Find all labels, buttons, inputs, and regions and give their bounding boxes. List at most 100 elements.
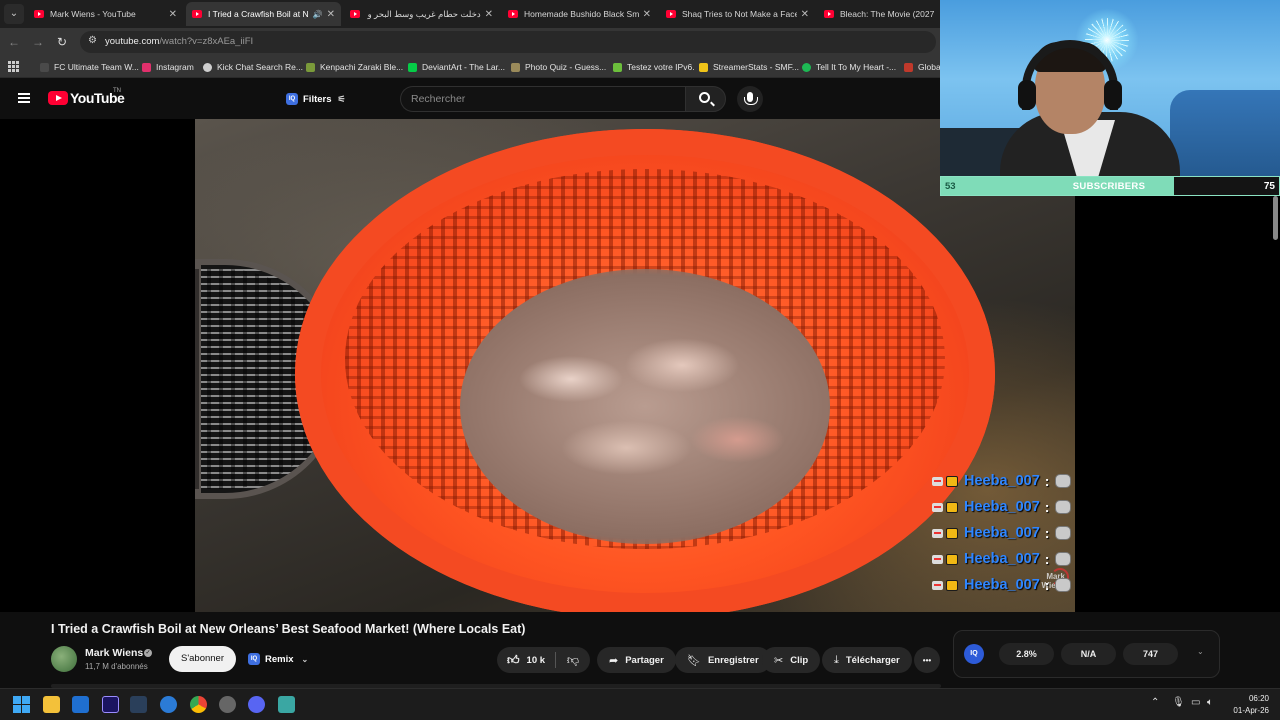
- chat-separator: :: [1044, 577, 1050, 593]
- browser-tab[interactable]: دخلت حطام غريب وسط البحر و ✕: [344, 2, 499, 26]
- youtube-logo-icon[interactable]: [48, 91, 68, 105]
- windows-start-icon[interactable]: [13, 696, 30, 713]
- bookmark-icon: 🔖︎: [687, 654, 701, 667]
- clock-date[interactable]: 01-Apr-26: [1225, 706, 1269, 715]
- bookmark-item[interactable]: Globa: [904, 60, 941, 74]
- youtube-favicon-icon: [666, 10, 676, 18]
- chevron-down-icon[interactable]: ⌄: [1197, 647, 1204, 656]
- headphone-earcup: [1104, 80, 1122, 110]
- region-code: TN: [113, 88, 121, 94]
- app-icon[interactable]: [160, 696, 177, 713]
- tab-search-button[interactable]: ⌄: [4, 4, 24, 24]
- microphone-icon[interactable]: 🎙︎: [1172, 697, 1185, 708]
- remix-button[interactable]: IQ Remix ⌄: [242, 647, 314, 671]
- robot-badge-icon: [932, 554, 943, 564]
- tab-title: Mark Wiens - YouTube: [50, 9, 136, 19]
- bookmark-item[interactable]: Photo Quiz - Guess...: [511, 60, 606, 74]
- display-icon[interactable]: ▭: [1191, 697, 1200, 708]
- chevron-up-icon[interactable]: ⌃: [1151, 697, 1159, 708]
- subscriber-goal-label: SUBSCRIBERS: [1072, 181, 1146, 192]
- bookmark-favicon-icon: [306, 62, 315, 72]
- iq-logo-icon: IQ: [964, 644, 984, 664]
- emote-icon: [1055, 474, 1072, 488]
- channel-avatar[interactable]: [51, 646, 77, 672]
- close-icon[interactable]: ✕: [327, 9, 335, 20]
- search-input[interactable]: [400, 86, 685, 112]
- forward-arrow-icon[interactable]: →: [30, 34, 46, 50]
- chat-message: Heeba_007 :: [932, 520, 1082, 546]
- clock-time[interactable]: 06:20: [1237, 694, 1269, 703]
- iq-stat-value: 2.8%: [999, 643, 1054, 665]
- bookmark-item[interactable]: Testez votre IPv6.: [613, 60, 695, 74]
- browser-tab[interactable]: Bleach: The Movie (2027) | B: [818, 2, 940, 26]
- premiere-pro-icon[interactable]: [102, 696, 119, 713]
- voice-search-button[interactable]: [737, 86, 763, 112]
- subscriber-count: 11,7 M d'abonnés: [85, 662, 148, 671]
- channel-name[interactable]: Mark Wiens: [85, 647, 143, 659]
- volume-icon[interactable]: 🔈︎: [1207, 697, 1213, 708]
- save-button[interactable]: 🔖︎ Enregistrer: [675, 647, 771, 673]
- address-bar[interactable]: ⚙ youtube.com/watch?v=z8xAEa_iiFI: [80, 31, 936, 53]
- chevron-down-icon: ⌄: [301, 654, 309, 664]
- browser-tab-active[interactable]: I Tried a Crawfish Boil at Ne 🔊 ✕: [186, 2, 341, 26]
- outlook-icon[interactable]: [72, 696, 89, 713]
- iq-stat-value: N/A: [1061, 643, 1116, 665]
- like-dislike-group: 👍︎ 10 k 👎︎: [497, 647, 590, 673]
- speaker-icon[interactable]: 🔊: [313, 10, 323, 19]
- menu-icon[interactable]: [18, 93, 30, 103]
- stream-chat-overlay: Heeba_007 : Heeba_007 : Heeba_007 : Heeb…: [932, 468, 1082, 598]
- file-explorer-icon[interactable]: [43, 696, 60, 713]
- download-button[interactable]: ⤓ Télécharger: [822, 647, 912, 673]
- like-button[interactable]: 👍︎ 10 k: [497, 647, 555, 673]
- scrollbar-thumb[interactable]: [1273, 196, 1278, 240]
- sliders-icon: ⚟: [337, 93, 346, 104]
- share-label: Partager: [625, 654, 664, 666]
- discord-icon[interactable]: [248, 696, 265, 713]
- remix-label: Remix: [265, 653, 294, 665]
- search-button[interactable]: [685, 86, 726, 112]
- steam-icon[interactable]: [130, 696, 147, 713]
- chrome-icon[interactable]: [190, 696, 207, 713]
- clip-button[interactable]: ✂ Clip: [762, 647, 821, 673]
- site-info-icon[interactable]: ⚙: [88, 35, 97, 46]
- bookmark-item[interactable]: DeviantArt - The Lar...: [408, 60, 505, 74]
- filters-button[interactable]: IQ Filters ⚟: [278, 88, 354, 110]
- bookmark-item[interactable]: Kick Chat Search Re...: [203, 60, 303, 74]
- browser-tab[interactable]: Shaq Tries to Not Make a Face ✕: [660, 2, 815, 26]
- close-icon[interactable]: ✕: [801, 9, 809, 20]
- chat-separator: :: [1044, 525, 1050, 541]
- close-icon[interactable]: ✕: [643, 9, 651, 20]
- download-icon: ⤓: [834, 653, 839, 666]
- bookmark-item[interactable]: Tell It To My Heart -...: [802, 60, 896, 74]
- dislike-button[interactable]: 👎︎: [559, 647, 587, 673]
- verified-icon: ✓: [144, 649, 152, 657]
- instagram-icon: [142, 62, 151, 72]
- deviantart-icon: [408, 62, 417, 72]
- apps-grid-icon[interactable]: [8, 61, 19, 72]
- back-arrow-icon[interactable]: ←: [6, 34, 22, 50]
- browser-tab[interactable]: Mark Wiens - YouTube ✕: [28, 2, 183, 26]
- headphone-earcup: [1018, 80, 1036, 110]
- obs-icon[interactable]: [219, 696, 236, 713]
- browser-tab[interactable]: Homemade Bushido Black Smo ✕: [502, 2, 657, 26]
- emote-icon: [1055, 500, 1072, 514]
- subscribe-button[interactable]: S'abonner: [169, 646, 236, 672]
- bookmark-item[interactable]: FC Ultimate Team W...: [40, 60, 139, 74]
- shrimp-pile-image: [460, 269, 830, 544]
- reload-icon[interactable]: ↻: [54, 34, 70, 50]
- bookmark-item[interactable]: StreamerStats - SMF...: [699, 60, 799, 74]
- bookmark-item[interactable]: Instagram: [142, 60, 194, 74]
- page-scrollbar[interactable]: [1270, 196, 1280, 612]
- robot-badge-icon: [932, 476, 943, 486]
- crown-badge-icon: [946, 501, 958, 513]
- more-actions-button[interactable]: •••: [914, 647, 940, 673]
- save-label: Enregistrer: [707, 654, 759, 666]
- share-button[interactable]: ➦ Partager: [597, 647, 676, 673]
- bookmark-item[interactable]: Kenpachi Zaraki Ble...: [306, 60, 403, 74]
- webcam-background-sofa: [1170, 90, 1280, 176]
- close-icon[interactable]: ✕: [169, 9, 177, 20]
- bookmarks-bar: FC Ultimate Team W... Instagram Kick Cha…: [0, 56, 941, 78]
- scissors-icon: ✂: [774, 654, 784, 667]
- notepad-icon[interactable]: [278, 696, 295, 713]
- close-icon[interactable]: ✕: [485, 9, 493, 20]
